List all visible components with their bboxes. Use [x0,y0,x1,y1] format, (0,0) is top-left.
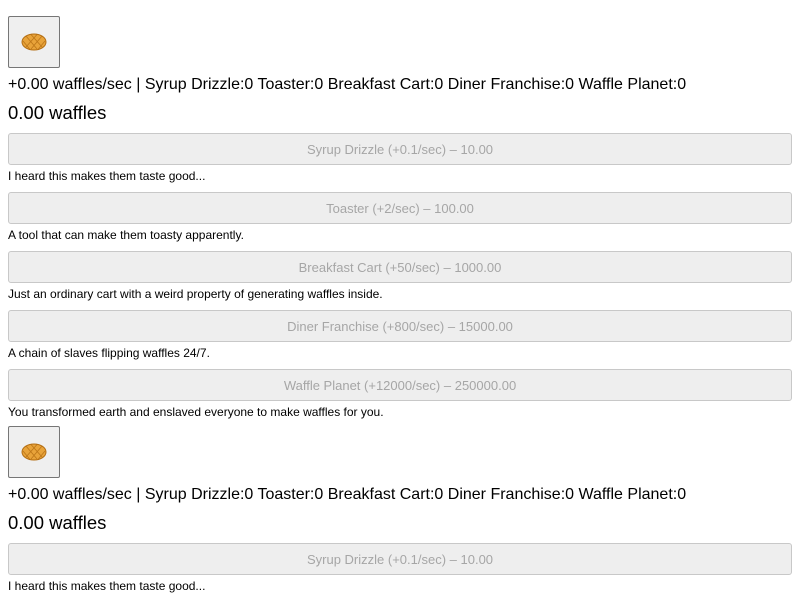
waffle-icon [21,33,47,51]
stats-line: +0.00 waffles/sec | Syrup Drizzle:0 Toas… [8,76,687,93]
upgrade-button-diner-franchise[interactable]: Diner Franchise (+800/sec) – 15000.00 [8,310,792,342]
upgrade-button-toaster[interactable]: Toaster (+2/sec) – 100.00 [8,192,792,224]
upgrade-button-waffle-planet[interactable]: Waffle Planet (+12000/sec) – 250000.00 [8,369,792,401]
waffle-count: 0.00 waffles [8,102,107,123]
upgrade-list: Syrup Drizzle (+0.1/sec) – 10.00 I heard… [8,133,792,419]
upgrade-button-breakfast-cart[interactable]: Breakfast Cart (+50/sec) – 1000.00 [8,251,792,283]
waffle-click-button[interactable] [8,426,60,478]
page: +0.00 waffles/sec | Syrup Drizzle:0 Toas… [0,0,800,600]
waffle-count: 0.00 waffles [8,512,107,533]
upgrade-button-syrup-drizzle[interactable]: Syrup Drizzle (+0.1/sec) – 10.00 [8,543,792,575]
upgrade-button-syrup-drizzle[interactable]: Syrup Drizzle (+0.1/sec) – 10.00 [8,133,792,165]
upgrade-description-syrup-drizzle: I heard this makes them taste good... [8,579,206,593]
upgrade-list: Syrup Drizzle (+0.1/sec) – 10.00 I heard… [8,543,792,593]
game-panel: +0.00 waffles/sec | Syrup Drizzle:0 Toas… [8,16,792,428]
stats-line: +0.00 waffles/sec | Syrup Drizzle:0 Toas… [8,486,687,503]
upgrade-description-syrup-drizzle: I heard this makes them taste good... [8,169,206,183]
upgrade-description-diner-franchise: A chain of slaves flipping waffles 24/7. [8,346,210,360]
upgrade-description-breakfast-cart: Just an ordinary cart with a weird prope… [8,287,383,301]
game-panel: +0.00 waffles/sec | Syrup Drizzle:0 Toas… [8,426,792,600]
waffle-icon [21,443,47,461]
upgrade-description-toaster: A tool that can make them toasty apparen… [8,228,244,242]
upgrade-description-waffle-planet: You transformed earth and enslaved every… [8,405,384,419]
waffle-click-button[interactable] [8,16,60,68]
